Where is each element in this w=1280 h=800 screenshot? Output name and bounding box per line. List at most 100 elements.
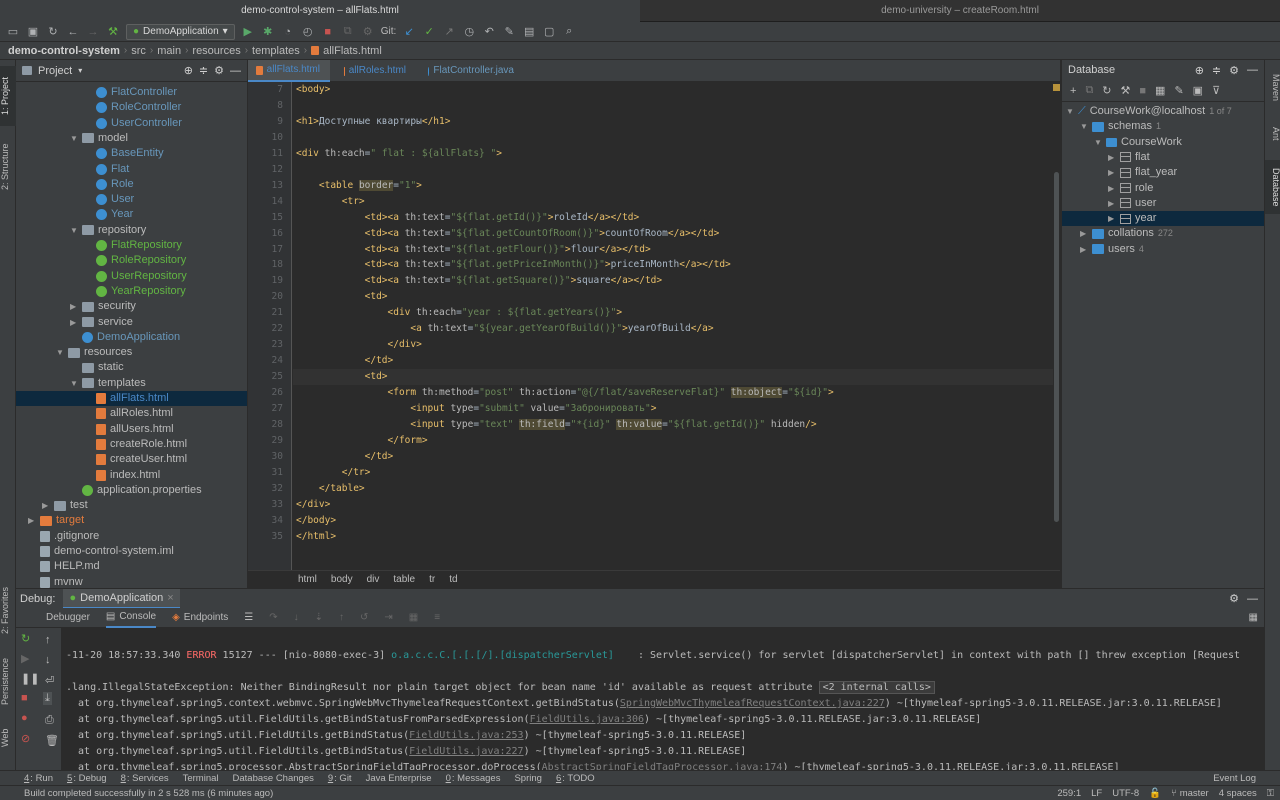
code-line[interactable]: <div th:each=" flat : ${allFlats} "> <box>296 146 502 162</box>
git-update-icon[interactable]: ↙ <box>402 25 416 39</box>
close-icon[interactable]: × <box>167 592 173 604</box>
chevron-down-icon[interactable]: ▼ <box>70 376 78 391</box>
nav-crumb-resources[interactable]: resources <box>192 45 240 57</box>
project-tree-item[interactable]: HELP.md <box>16 559 247 574</box>
file-encoding[interactable]: UTF-8 <box>1112 788 1139 799</box>
schema-icon[interactable]: ⚒ <box>1121 84 1131 97</box>
git-history-icon[interactable]: ◷ <box>462 25 476 39</box>
event-log-button[interactable]: Event Log <box>1213 773 1256 784</box>
code-line[interactable]: <td><a th:text="${flat.getSquare()}">squ… <box>296 273 662 289</box>
git-commit-icon[interactable]: ✓ <box>422 25 436 39</box>
project-tree-item[interactable]: ▼ repository <box>16 223 247 238</box>
step-over-icon[interactable]: ↷ <box>269 612 277 623</box>
view-dropdown-icon[interactable]: ▾ <box>78 66 82 75</box>
stacktrace-link[interactable]: FieldUtils.java:253 <box>409 730 523 741</box>
code-line[interactable]: </body> <box>296 513 336 529</box>
nav-crumb-templates[interactable]: templates <box>252 45 300 57</box>
project-tree-item[interactable]: ▶ test <box>16 498 247 513</box>
lock-readonly-icon[interactable]: ⚿ <box>1267 788 1274 799</box>
project-tree-item[interactable]: ▼ templates <box>16 376 247 391</box>
nav-crumb-main[interactable]: main <box>157 45 181 57</box>
code-line[interactable]: <form th:method="post" th:action="@{/fla… <box>296 385 834 401</box>
layout-icon[interactable]: ▦ <box>1249 612 1258 623</box>
soft-wrap-icon[interactable]: ⏎ <box>45 674 54 687</box>
database-tree-item[interactable]: ▼ schemas 1 <box>1062 119 1265 134</box>
nav-crumb-project[interactable]: demo-control-system <box>8 45 120 57</box>
scroll-end-icon[interactable]: ⤓ <box>43 692 52 705</box>
filter-icon[interactable]: ⊽ <box>1212 84 1220 97</box>
tool-window-button[interactable]: 9: Git <box>328 773 352 784</box>
forward-icon[interactable]: → <box>86 25 100 39</box>
project-tree-item[interactable]: FlatController <box>16 85 247 100</box>
code-line[interactable]: <input type="text" th:field="*{id}" th:v… <box>296 417 817 433</box>
code-line[interactable]: <td><a th:text="${flat.getFlour()}">flou… <box>296 242 651 258</box>
stripe-structure-tab[interactable]: 2: Structure <box>0 132 16 202</box>
code-editor[interactable]: <body> <h1>Доступные квартиры</h1> <div th… <box>293 82 1053 570</box>
tool-window-button[interactable]: Spring <box>514 773 541 784</box>
chevron-down-icon[interactable]: ▼ <box>70 223 78 238</box>
stacktrace-link[interactable]: FieldUtils.java:306 <box>530 714 644 725</box>
chevron-right-icon[interactable]: ▶ <box>28 513 36 528</box>
status-message[interactable]: Build completed successfully in 2 s 528 … <box>24 788 273 799</box>
add-icon[interactable]: + <box>1070 85 1076 97</box>
build-hammer-icon[interactable]: ⚒ <box>106 25 120 39</box>
back-icon[interactable]: ← <box>66 25 80 39</box>
tab-debugger[interactable]: Debugger <box>46 612 90 623</box>
rerun-icon[interactable]: ↻ <box>21 632 30 645</box>
project-tree-item[interactable]: createUser.html <box>16 452 247 467</box>
layout-icon[interactable]: ▢ <box>542 25 556 39</box>
database-tree-item[interactable]: ▶ role <box>1062 181 1265 196</box>
code-crumb[interactable]: table <box>393 574 415 585</box>
collapse-icon[interactable]: ≑ <box>199 64 208 77</box>
breakpoints-icon[interactable]: ● <box>21 712 28 724</box>
code-line[interactable]: </table> <box>296 481 365 497</box>
code-line[interactable]: </form> <box>296 433 428 449</box>
window-tab-inactive[interactable]: demo-university – createRoom.html <box>640 0 1280 22</box>
code-line[interactable]: </td> <box>296 449 394 465</box>
open-folder-icon[interactable]: ▭ <box>6 25 20 39</box>
chevron-icon[interactable]: ▶ <box>1108 181 1116 196</box>
force-step-icon[interactable]: ⇣ <box>315 612 323 623</box>
stop-icon[interactable]: ■ <box>1139 85 1146 97</box>
stop-icon[interactable]: ■ <box>21 692 28 704</box>
run-configuration-select[interactable]: ● DemoApplication ▾ <box>126 23 235 40</box>
sync-icon[interactable]: ↻ <box>46 25 60 39</box>
chevron-icon[interactable]: ▶ <box>1108 211 1116 226</box>
tool-window-button[interactable]: 5: Debug <box>67 773 107 784</box>
chevron-icon[interactable]: ▼ <box>1094 135 1102 150</box>
project-tree-item[interactable]: BaseEntity <box>16 146 247 161</box>
stripe-maven-tab[interactable]: Maven <box>1265 68 1280 108</box>
mute-breakpoints-icon[interactable]: ⊘ <box>21 732 30 745</box>
tool-window-button[interactable]: 0: Messages <box>446 773 501 784</box>
nav-crumb-src[interactable]: src <box>131 45 146 57</box>
chevron-down-icon[interactable]: ▼ <box>70 131 78 146</box>
project-tree-item[interactable]: index.html <box>16 468 247 483</box>
chevron-icon[interactable]: ▶ <box>1108 196 1116 211</box>
code-crumb[interactable]: body <box>331 574 353 585</box>
search-icon[interactable]: ⌕ <box>562 25 576 39</box>
code-line[interactable]: <td> <box>293 369 1053 386</box>
code-line[interactable]: </tr> <box>296 465 371 481</box>
tab-endpoints[interactable]: ◈ Endpoints <box>172 612 228 623</box>
project-tree-item[interactable]: .gitignore <box>16 529 247 544</box>
run-cursor-icon[interactable]: ⇥ <box>384 612 392 623</box>
project-structure-icon[interactable]: ▤ <box>522 25 536 39</box>
project-tree-item[interactable]: User <box>16 192 247 207</box>
minimize-icon[interactable]: — <box>1247 593 1258 605</box>
stripe-web-tab[interactable]: Web <box>0 724 16 752</box>
project-tree-item[interactable]: Year <box>16 207 247 222</box>
code-line[interactable]: <div th:each="year : ${flat.getYears()}"… <box>296 305 623 321</box>
debug-session-tab[interactable]: ● DemoApplication × <box>63 588 180 609</box>
table-icon[interactable]: ▦ <box>1155 84 1165 97</box>
window-tab-active[interactable]: demo-control-system – allFlats.html <box>0 0 640 22</box>
line-separator[interactable]: LF <box>1091 788 1102 799</box>
code-line[interactable]: <a th:text="${year.getYearOfBuild()}">ye… <box>296 321 713 337</box>
code-line[interactable]: <body> <box>296 82 330 98</box>
gear-icon[interactable]: ⚙ <box>1229 592 1239 605</box>
project-tree-item[interactable]: Flat <box>16 162 247 177</box>
project-tree-item[interactable]: allUsers.html <box>16 422 247 437</box>
locate-icon[interactable]: ⊕ <box>184 64 193 77</box>
code-line[interactable]: <tr> <box>296 194 365 210</box>
git-rollback-icon[interactable]: ↶ <box>482 25 496 39</box>
git-push-icon[interactable]: ↗ <box>442 25 456 39</box>
